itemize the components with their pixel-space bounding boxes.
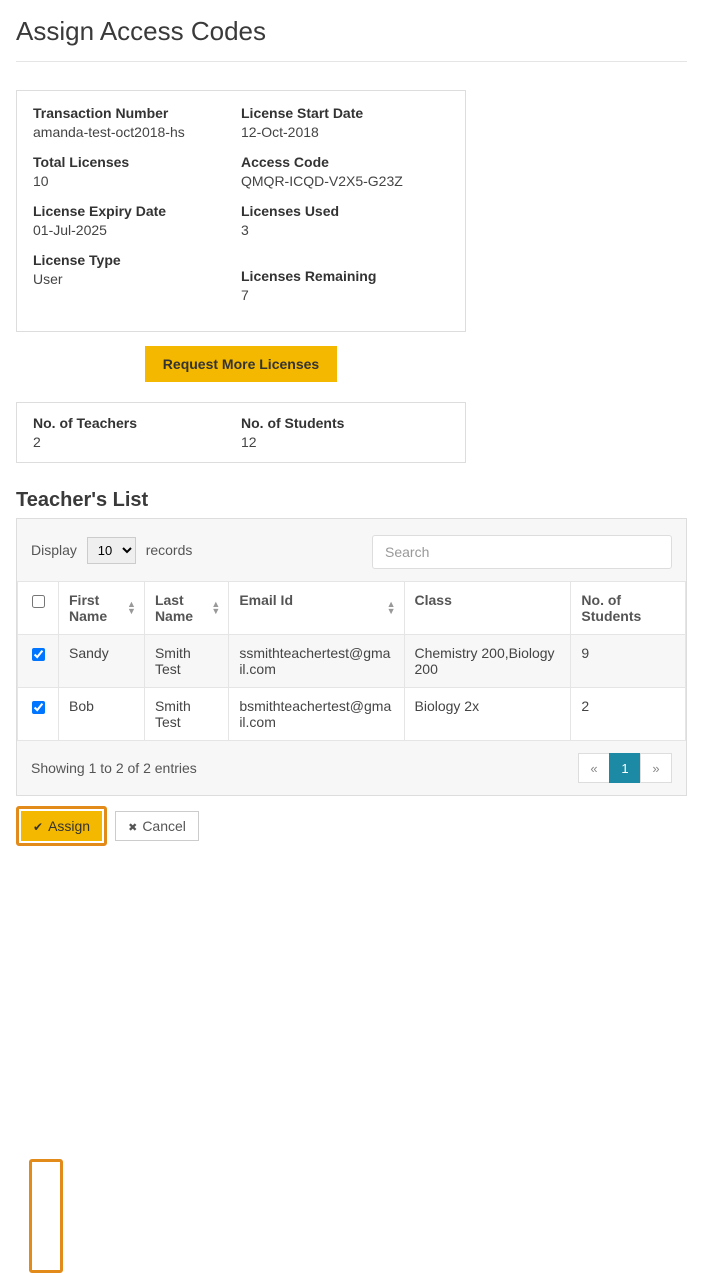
assign-button[interactable]: Assign [21, 811, 102, 841]
teachers-table: First Name ▲▼ Last Name ▲▼ Email Id ▲▼ C… [17, 581, 686, 741]
cancel-button[interactable]: Cancel [115, 811, 199, 841]
access-code-value: QMQR-ICQD-V2X5-G23Z [241, 173, 449, 189]
licenses-remaining-value: 7 [241, 287, 449, 303]
cell-first: Sandy [59, 635, 145, 688]
license-start-date-label: License Start Date [241, 105, 449, 121]
students-count-value: 12 [241, 434, 449, 450]
licenses-used-label: Licenses Used [241, 203, 449, 219]
col-students: No. of Students [571, 582, 686, 635]
sort-icon: ▲▼ [211, 601, 220, 615]
licenses-used-value: 3 [241, 222, 449, 238]
total-licenses-label: Total Licenses [33, 154, 241, 170]
teachers-count-label: No. of Teachers [33, 415, 241, 431]
table-row: Sandy Smith Test ssmithteachertest@gmail… [18, 635, 686, 688]
page-next[interactable]: » [640, 753, 672, 783]
cell-class: Biology 2x [404, 688, 571, 741]
select-all-header [18, 582, 59, 635]
license-type-value: User [33, 271, 241, 287]
sort-icon: ▲▼ [127, 601, 136, 615]
page-title: Assign Access Codes [16, 16, 687, 47]
table-info: Showing 1 to 2 of 2 entries [31, 760, 197, 776]
search-input[interactable] [372, 535, 672, 569]
col-first-name[interactable]: First Name ▲▼ [59, 582, 145, 635]
transaction-number-label: Transaction Number [33, 105, 241, 121]
licenses-remaining-label: Licenses Remaining [241, 268, 449, 284]
cell-first: Bob [59, 688, 145, 741]
cell-students: 9 [571, 635, 686, 688]
check-icon [33, 818, 43, 834]
display-label-post: records [146, 542, 193, 558]
cell-email: bsmithteachertest@gmail.com [229, 688, 404, 741]
cell-students: 2 [571, 688, 686, 741]
row-checkbox[interactable] [32, 701, 45, 714]
students-count-label: No. of Students [241, 415, 449, 431]
teachers-list-title: Teacher's List [16, 489, 687, 512]
page-size-control: Display 10 records [31, 537, 192, 564]
select-all-checkbox[interactable] [32, 595, 45, 608]
highlight-assign-button: Assign [16, 806, 107, 846]
transaction-number-value: amanda-test-oct2018-hs [33, 124, 241, 140]
display-label-pre: Display [31, 542, 77, 558]
cell-last: Smith Test [144, 635, 228, 688]
teachers-count-value: 2 [33, 434, 241, 450]
total-licenses-value: 10 [33, 173, 241, 189]
license-start-date-value: 12-Oct-2018 [241, 124, 449, 140]
page-prev[interactable]: « [578, 753, 610, 783]
table-row: Bob Smith Test bsmithteachertest@gmail.c… [18, 688, 686, 741]
page-size-select[interactable]: 10 [87, 537, 136, 564]
teachers-table-wrapper: Display 10 records First Name ▲▼ Last Na… [16, 518, 687, 796]
divider [16, 61, 687, 62]
license-info-panel: Transaction Number amanda-test-oct2018-h… [16, 90, 466, 332]
license-expiry-label: License Expiry Date [33, 203, 241, 219]
access-code-label: Access Code [241, 154, 449, 170]
counts-panel: No. of Teachers 2 No. of Students 12 [16, 402, 466, 463]
cell-class: Chemistry 200,Biology 200 [404, 635, 571, 688]
sort-icon: ▲▼ [387, 601, 396, 615]
highlight-checkbox-column [29, 1159, 63, 1273]
col-email[interactable]: Email Id ▲▼ [229, 582, 404, 635]
license-expiry-value: 01-Jul-2025 [33, 222, 241, 238]
row-checkbox[interactable] [32, 648, 45, 661]
request-more-licenses-button[interactable]: Request More Licenses [145, 346, 337, 382]
pagination: « 1 » [579, 753, 672, 783]
col-last-name[interactable]: Last Name ▲▼ [144, 582, 228, 635]
cell-email: ssmithteachertest@gmail.com [229, 635, 404, 688]
close-icon [128, 818, 137, 834]
col-class: Class [404, 582, 571, 635]
cell-last: Smith Test [144, 688, 228, 741]
license-type-label: License Type [33, 252, 241, 268]
page-1[interactable]: 1 [609, 753, 641, 783]
